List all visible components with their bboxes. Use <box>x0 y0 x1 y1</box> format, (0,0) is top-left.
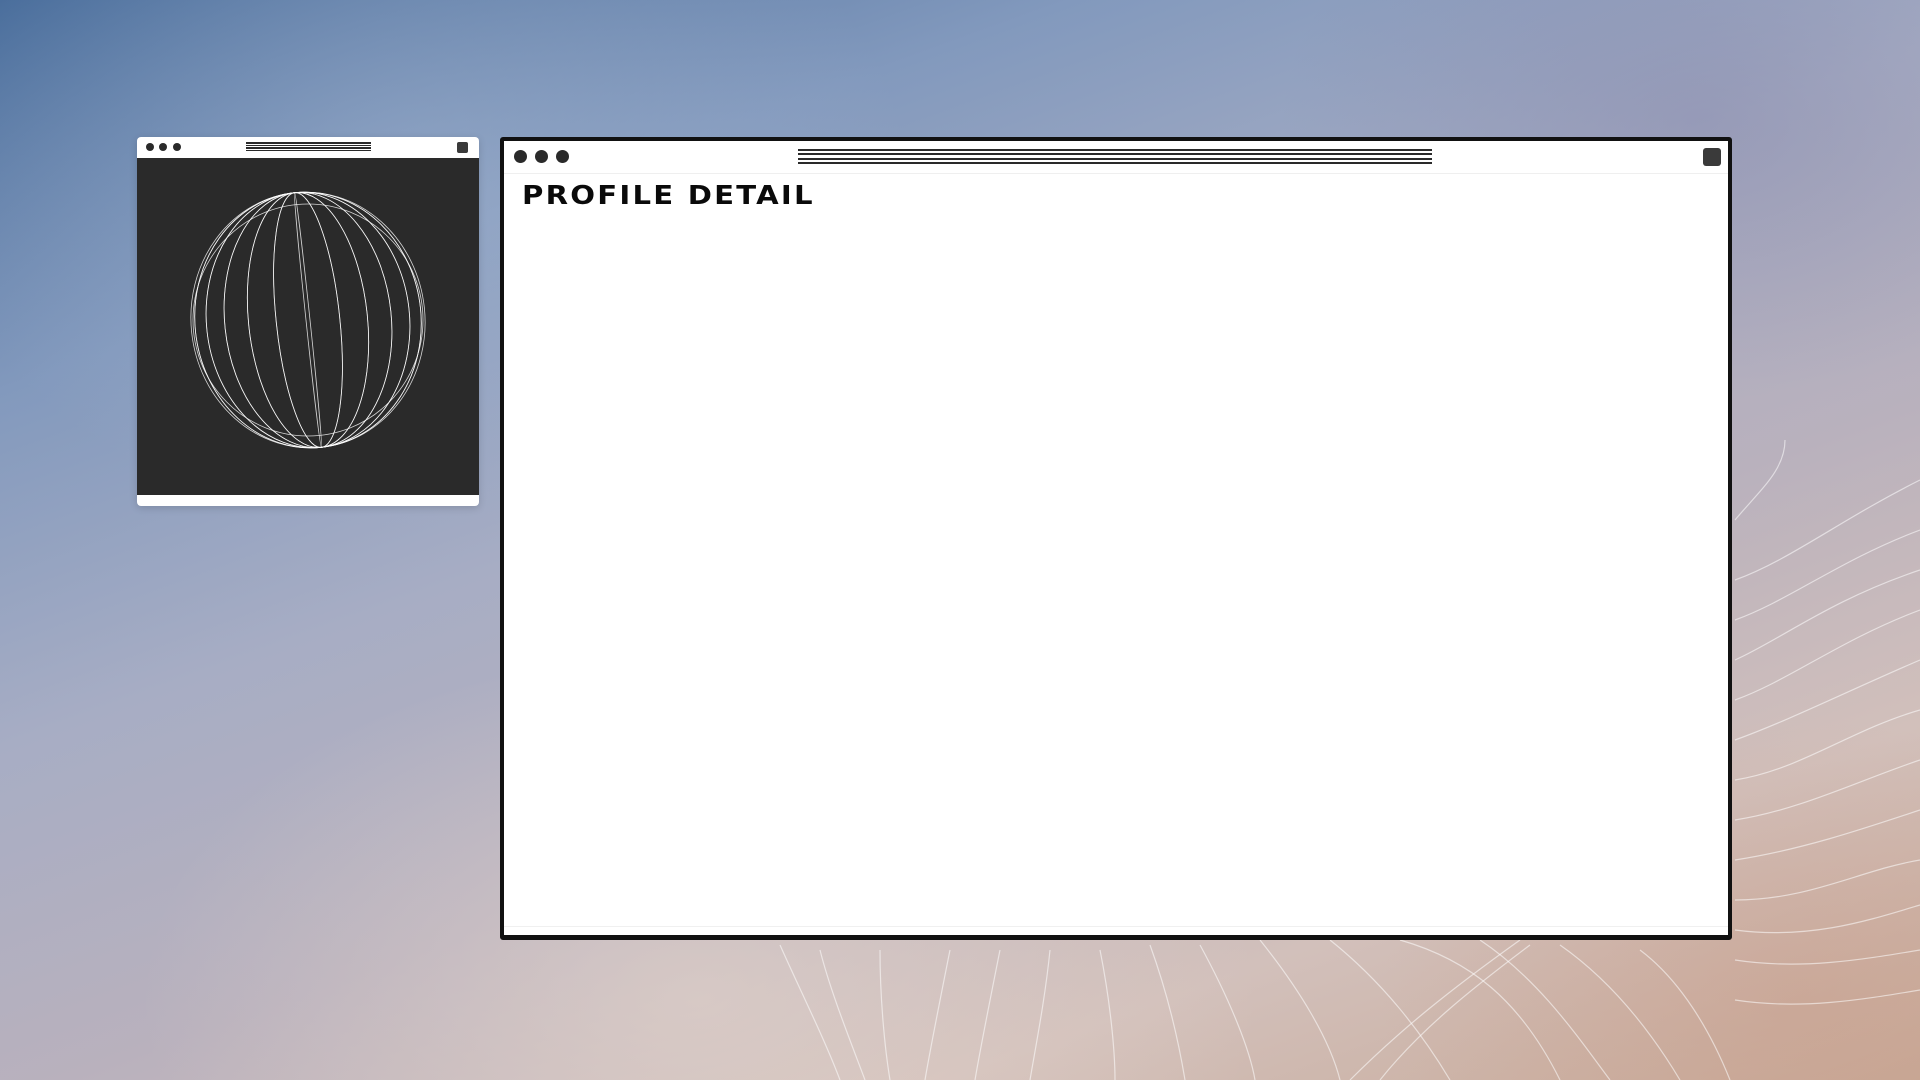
main-window-footer-divider <box>504 926 1728 927</box>
main-window[interactable]: PROFILE DETAIL <box>500 137 1732 940</box>
window-control-dot-2[interactable] <box>535 150 548 163</box>
globe-meridian <box>205 191 411 449</box>
window-control-dot-1[interactable] <box>514 150 527 163</box>
globe-meridian <box>194 191 422 449</box>
square-icon[interactable] <box>457 142 468 153</box>
window-control-dot-3[interactable] <box>556 150 569 163</box>
small-window[interactable] <box>137 137 479 506</box>
globe-meridian <box>273 192 343 448</box>
window-control-dot-2[interactable] <box>159 143 167 151</box>
globe-meridian <box>190 191 426 449</box>
small-window-content <box>137 158 479 495</box>
globe-meridian <box>223 192 393 448</box>
main-window-titlebar[interactable] <box>504 141 1728 174</box>
page-title: PROFILE DETAIL <box>522 181 815 211</box>
globe-meridian <box>194 191 422 449</box>
titlebar-grip-lines <box>798 149 1432 164</box>
globe-outline <box>192 203 424 437</box>
globe-meridian <box>223 192 393 448</box>
globe-meridian <box>294 192 322 448</box>
wireframe-globe-icon <box>190 191 426 449</box>
window-control-dot-3[interactable] <box>173 143 181 151</box>
globe-meridian <box>205 191 411 449</box>
window-control-dot-1[interactable] <box>146 143 154 151</box>
small-window-titlebar[interactable] <box>137 137 479 157</box>
titlebar-grip-lines <box>246 142 371 151</box>
square-icon[interactable] <box>1703 148 1721 166</box>
